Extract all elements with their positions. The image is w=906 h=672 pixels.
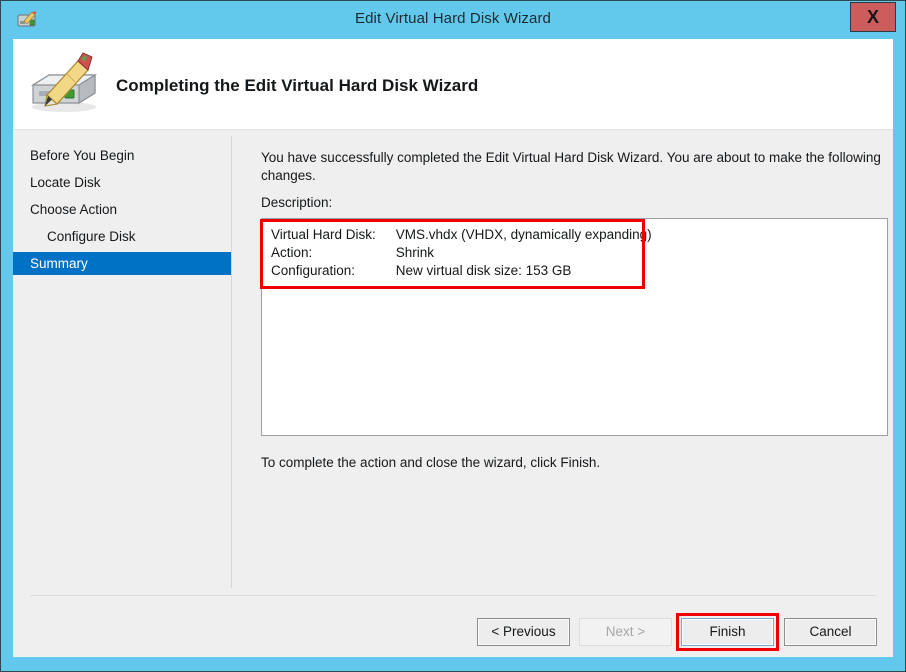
- previous-button[interactable]: < Previous: [477, 618, 570, 646]
- sidebar-item-summary[interactable]: Summary: [13, 252, 231, 275]
- wizard-window: Edit Virtual Hard Disk Wizard X Completi…: [0, 0, 906, 672]
- button-bar: < Previous Next > Finish Cancel: [13, 596, 893, 657]
- title-bar: Edit Virtual Hard Disk Wizard X: [1, 1, 905, 39]
- cancel-button[interactable]: Cancel: [784, 618, 877, 646]
- completion-instruction: To complete the action and close the wiz…: [261, 455, 601, 470]
- row-key-action: Action:: [271, 245, 313, 260]
- wizard-header: Completing the Edit Virtual Hard Disk Wi…: [13, 39, 893, 130]
- main-content: You have successfully completed the Edit…: [243, 130, 893, 595]
- row-key-configuration: Configuration:: [271, 263, 356, 278]
- page-title: Completing the Edit Virtual Hard Disk Wi…: [116, 76, 479, 95]
- sidebar-item-before-you-begin[interactable]: Before You Begin: [13, 144, 231, 167]
- intro-text: You have successfully completed the Edit…: [261, 150, 881, 183]
- sidebar-item-choose-action[interactable]: Choose Action: [13, 198, 231, 221]
- description-table: Virtual Hard Disk: VMS.vhdx (VHDX, dynam…: [271, 227, 652, 281]
- wizard-steps-nav: Before You Begin Locate Disk Choose Acti…: [13, 130, 231, 595]
- client-area: Completing the Edit Virtual Hard Disk Wi…: [13, 39, 893, 657]
- description-label: Description:: [261, 195, 333, 210]
- row-value-virtual-hard-disk: VMS.vhdx (VHDX, dynamically expanding): [395, 227, 652, 242]
- sidebar-divider: [231, 136, 232, 588]
- sidebar-item-configure-disk[interactable]: Configure Disk: [13, 225, 231, 248]
- close-icon: X: [866, 7, 879, 27]
- row-value-configuration: New virtual disk size: 153 GB: [395, 263, 572, 278]
- close-button[interactable]: X: [850, 2, 896, 32]
- next-button: Next >: [579, 618, 672, 646]
- finish-button[interactable]: Finish: [681, 618, 774, 646]
- table-row: Action: Shrink: [271, 245, 652, 263]
- window-title: Edit Virtual Hard Disk Wizard: [354, 10, 551, 27]
- table-row: Virtual Hard Disk: VMS.vhdx (VHDX, dynam…: [271, 227, 652, 245]
- sidebar-item-locate-disk[interactable]: Locate Disk: [13, 171, 231, 194]
- table-row: Configuration: New virtual disk size: 15…: [271, 263, 652, 281]
- hard-disk-with-pencil-icon: [21, 49, 107, 119]
- row-key-virtual-hard-disk: Virtual Hard Disk:: [271, 227, 376, 242]
- description-box: Virtual Hard Disk: VMS.vhdx (VHDX, dynam…: [261, 218, 888, 436]
- row-value-action: Shrink: [395, 245, 435, 260]
